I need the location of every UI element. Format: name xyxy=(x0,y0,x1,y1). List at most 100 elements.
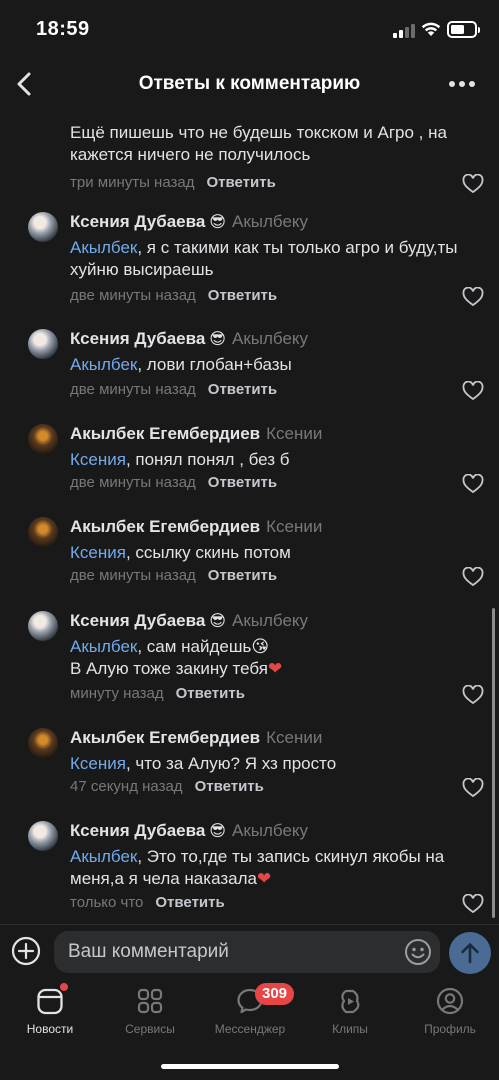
comment-author[interactable]: Ксения Дубаева xyxy=(70,611,205,630)
tab-label: Сервисы xyxy=(125,1022,175,1036)
status-bar: 18:59 xyxy=(0,0,499,60)
tab-messenger[interactable]: 309 Мессенджер xyxy=(200,981,300,1041)
news-icon xyxy=(37,988,63,1015)
red-heart-emoji-icon: ❤ xyxy=(256,869,272,888)
comment-time: две минуты назад xyxy=(70,287,196,304)
battery-icon xyxy=(447,21,480,38)
comment-author[interactable]: Ксения Дубаева xyxy=(70,212,205,231)
heart-icon[interactable] xyxy=(462,894,484,914)
header: Ответы к комментарию xyxy=(0,60,499,108)
comment-text: Ксения, что за Алую? Я хз просто xyxy=(70,754,337,773)
heart-icon[interactable] xyxy=(462,685,484,705)
mention-link[interactable]: Акылбек xyxy=(70,238,137,257)
avatar[interactable] xyxy=(28,212,58,242)
comment-author[interactable]: Акылбек Егембердиев xyxy=(70,728,260,747)
sunglasses-emoji-icon: 😎 xyxy=(209,331,226,348)
more-options-icon[interactable] xyxy=(447,74,477,94)
red-heart-emoji-icon: ❤ xyxy=(267,659,283,678)
comment-meta: две минуты назад Ответить xyxy=(70,567,277,584)
scrollbar[interactable] xyxy=(492,608,495,918)
comment-text: Акылбек, Это то,где ты запись скинул яко… xyxy=(70,847,445,888)
comment-text: Акылбек, сам найдешь😘 В Алую тоже закину … xyxy=(70,637,283,678)
tab-label: Клипы xyxy=(332,1022,368,1036)
sunglasses-emoji-icon: 😎 xyxy=(209,823,226,840)
tab-clips[interactable]: Клипы xyxy=(300,981,400,1041)
heart-icon[interactable] xyxy=(462,174,484,194)
comment-header: Ксения Дубаева 😎 Акылбеку xyxy=(70,212,308,232)
comment-time: две минуты назад xyxy=(70,474,196,491)
wifi-icon xyxy=(421,22,441,36)
comment-text: Ксения, понял понял , без б xyxy=(70,450,290,469)
reply-button[interactable]: Ответить xyxy=(155,894,224,911)
heart-icon[interactable] xyxy=(462,381,484,401)
reply-to: Ксении xyxy=(266,424,323,443)
profile-icon xyxy=(436,987,464,1015)
comment-author[interactable]: Акылбек Егембердиев xyxy=(70,517,260,536)
sunglasses-emoji-icon: 😎 xyxy=(209,214,226,231)
mention-link[interactable]: Ксения xyxy=(70,543,126,562)
tab-news[interactable]: Новости xyxy=(0,981,100,1041)
comment-text: Ещё пишешь что не будешь токском и Агро … xyxy=(70,123,447,164)
comment-author[interactable]: Акылбек Егембердиев xyxy=(70,424,260,443)
comment-author[interactable]: Ксения Дубаева xyxy=(70,821,205,840)
comment-meta: только что Ответить xyxy=(70,894,225,911)
send-button[interactable] xyxy=(449,932,491,974)
reply-button[interactable]: Ответить xyxy=(208,474,277,491)
comments-feed[interactable]: Ещё пишешь что не будешь токском и Агро … xyxy=(0,108,499,924)
tab-services[interactable]: Сервисы xyxy=(100,981,200,1041)
comment-text: Акылбек, лови глобан+базы xyxy=(70,355,292,374)
tab-label: Новости xyxy=(26,1022,74,1036)
comment-author[interactable]: Ксения Дубаева xyxy=(70,329,205,348)
avatar[interactable] xyxy=(28,611,58,641)
add-attachment-icon[interactable] xyxy=(11,936,41,966)
reply-to: Акылбеку xyxy=(231,329,309,348)
comment-header: Акылбек Егембердиев Ксении xyxy=(70,728,322,748)
tab-profile[interactable]: Профиль xyxy=(400,981,499,1041)
emoji-icon[interactable] xyxy=(404,938,432,966)
sunglasses-emoji-icon: 😎 xyxy=(209,613,226,630)
comment-text: Ксения, ссылку скинь потом xyxy=(70,543,291,562)
heart-icon[interactable] xyxy=(462,567,484,587)
reply-to: Ксении xyxy=(266,517,323,536)
avatar[interactable] xyxy=(28,329,58,359)
reply-button[interactable]: Ответить xyxy=(206,174,275,191)
heart-icon[interactable] xyxy=(462,778,484,798)
messages-badge: 309 xyxy=(255,983,295,1005)
comment-composer xyxy=(0,925,499,981)
comment-meta: две минуты назад Ответить xyxy=(70,287,277,304)
avatar[interactable] xyxy=(28,424,58,454)
avatar[interactable] xyxy=(28,517,58,547)
heart-icon[interactable] xyxy=(462,287,484,307)
comment-time: две минуты назад xyxy=(70,381,196,398)
tab-label: Мессенджер xyxy=(214,1022,286,1036)
avatar[interactable] xyxy=(28,728,58,758)
comment-time: три минуты назад xyxy=(70,174,195,191)
comment-meta: 47 секунд назад Ответить xyxy=(70,778,264,795)
mention-link[interactable]: Ксения xyxy=(70,450,126,469)
status-time: 18:59 xyxy=(36,18,90,40)
reply-button[interactable]: Ответить xyxy=(176,685,245,702)
home-indicator[interactable] xyxy=(161,1064,339,1069)
comment-header: Акылбек Егембердиев Ксении xyxy=(70,517,322,537)
mention-link[interactable]: Акылбек xyxy=(70,355,137,374)
comment-input[interactable] xyxy=(54,931,440,973)
arrow-up-icon xyxy=(461,943,479,964)
comment-meta: две минуты назад Ответить xyxy=(70,474,277,491)
reply-to: Ксении xyxy=(266,728,323,747)
mention-link[interactable]: Ксения xyxy=(70,754,126,773)
heart-icon[interactable] xyxy=(462,474,484,494)
notification-dot xyxy=(60,983,68,991)
reply-button[interactable]: Ответить xyxy=(195,778,264,795)
reply-button[interactable]: Ответить xyxy=(208,287,277,304)
comment-time: две минуты назад xyxy=(70,567,196,584)
comment-meta: три минуты назад Ответить xyxy=(70,174,276,191)
comment-time: минуту назад xyxy=(70,685,164,702)
mention-link[interactable]: Акылбек xyxy=(70,637,137,656)
reply-button[interactable]: Ответить xyxy=(208,567,277,584)
mention-link[interactable]: Акылбек xyxy=(70,847,137,866)
reply-to: Акылбеку xyxy=(231,611,309,630)
avatar[interactable] xyxy=(28,821,58,851)
services-icon xyxy=(137,988,163,1014)
reply-button[interactable]: Ответить xyxy=(208,381,277,398)
comment-time: 47 секунд назад xyxy=(70,778,183,795)
